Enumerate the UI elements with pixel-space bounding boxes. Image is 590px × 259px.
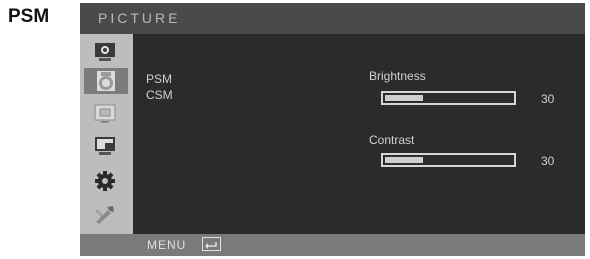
osd-title: PICTURE — [98, 10, 181, 26]
osd-menu: PICTURE PSM CSM Brightness 30 Contrast 3… — [80, 3, 585, 256]
picture-icon-glyph — [97, 71, 115, 91]
enter-arrow-icon — [205, 242, 217, 249]
osd-title-bar: PICTURE — [80, 3, 585, 34]
menu-label: MENU — [147, 238, 187, 252]
monitor-icon[interactable] — [91, 39, 119, 65]
brightness-slider[interactable] — [381, 91, 516, 105]
tools-icon[interactable] — [91, 201, 119, 227]
osd-menu-items: PSM CSM — [146, 71, 173, 103]
screen-position-icon-glyph — [94, 104, 116, 123]
screen-position-icon[interactable] — [91, 101, 119, 127]
contrast-slider[interactable] — [381, 153, 516, 167]
picture-icon[interactable] — [84, 68, 128, 94]
osd-footer: MENU — [80, 234, 585, 256]
brightness-label: Brightness — [369, 69, 426, 83]
brightness-value: 30 — [541, 92, 555, 106]
page-label: PSM — [8, 6, 50, 27]
contrast-fill — [385, 157, 424, 163]
monitor-icon-glyph — [95, 43, 115, 61]
settings-gear-icon-glyph — [95, 171, 115, 191]
contrast-label: Contrast — [369, 133, 415, 147]
brightness-fill — [385, 95, 424, 101]
menu-item-psm[interactable]: PSM — [146, 71, 173, 87]
contrast-value: 30 — [541, 154, 555, 168]
enter-icon[interactable] — [202, 237, 221, 251]
display-setup-icon[interactable] — [91, 133, 119, 159]
osd-sidebar — [80, 34, 133, 234]
tools-icon-glyph — [95, 206, 114, 224]
display-setup-icon-glyph — [95, 137, 115, 155]
settings-gear-icon[interactable] — [91, 168, 119, 194]
menu-item-csm[interactable]: CSM — [146, 87, 173, 103]
